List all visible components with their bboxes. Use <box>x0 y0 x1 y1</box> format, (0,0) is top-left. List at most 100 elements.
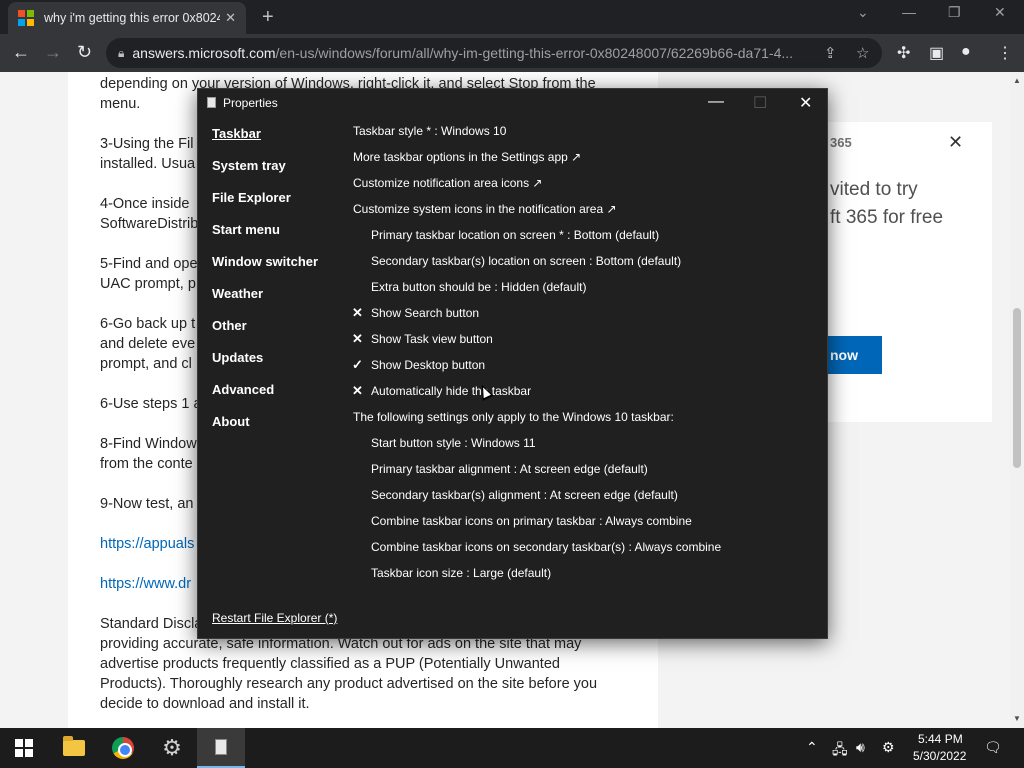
forward-arrow-icon[interactable]: → <box>44 42 62 63</box>
dialog-maximize-button: ☐ <box>753 95 768 112</box>
network-icon[interactable]: 🖧︎ <box>832 739 848 763</box>
nav-other[interactable]: Other <box>212 318 247 333</box>
lock-icon[interactable]: 🔒︎ <box>118 46 124 61</box>
url-domain: answers.microsoft.com <box>132 45 276 61</box>
browser-tab[interactable]: why i'm getting this error 0x8024 ✕ <box>8 2 246 34</box>
taskbar-file-explorer[interactable] <box>50 728 98 768</box>
taskbar-settings[interactable]: ⚙ <box>148 728 196 768</box>
nav-about[interactable]: About <box>212 414 250 429</box>
extensions-icon[interactable]: ✣ <box>897 43 910 63</box>
share-icon[interactable]: ⇪ <box>824 44 837 62</box>
back-arrow-icon[interactable]: ← <box>12 42 30 63</box>
dialog-minimize-button[interactable]: — <box>708 93 724 111</box>
nav-file-explorer[interactable]: File Explorer <box>212 190 291 205</box>
option-extra-button[interactable]: Extra button should be : Hidden (default… <box>371 280 586 294</box>
restart-explorer-link[interactable]: Restart File Explorer (*) <box>212 611 337 625</box>
article-line: prompt, and cl <box>100 356 192 372</box>
url-text: answers.microsoft.com/en-us/windows/foru… <box>132 45 812 61</box>
nav-start-menu[interactable]: Start menu <box>212 222 280 237</box>
gear-icon: ⚙ <box>162 735 182 760</box>
option-system-icons-link[interactable]: Customize system icons in the notificati… <box>353 202 617 216</box>
option-auto-hide[interactable]: Automatically hide the taskbar <box>371 384 531 398</box>
option-settings-app-link[interactable]: More taskbar options in the Settings app… <box>353 150 581 164</box>
unchecked-x-icon[interactable]: ✕ <box>352 331 363 347</box>
microsoft-logo-icon <box>18 10 34 26</box>
folder-icon <box>63 736 85 756</box>
option-combine-primary[interactable]: Combine taskbar icons on primary taskbar… <box>371 514 692 528</box>
nav-updates[interactable]: Updates <box>212 350 263 365</box>
nav-taskbar[interactable]: Taskbar <box>212 126 261 141</box>
option-primary-location[interactable]: Primary taskbar location on screen * : B… <box>371 228 659 242</box>
unchecked-x-icon[interactable]: ✕ <box>352 383 363 399</box>
article-link[interactable]: https://appuals <box>100 536 194 552</box>
scroll-up-icon[interactable]: ▲ <box>1013 76 1021 85</box>
article-line: SoftwareDistrib <box>100 216 199 232</box>
nav-advanced[interactable]: Advanced <box>212 382 274 397</box>
option-show-task-view[interactable]: Show Task view button <box>371 332 493 346</box>
promo-headline: ft 365 for free <box>830 207 944 228</box>
start-button[interactable] <box>0 728 48 768</box>
promo-brand: 365 <box>830 135 852 150</box>
nav-window-switcher[interactable]: Window switcher <box>212 254 318 269</box>
address-bar[interactable]: 🔒︎ answers.microsoft.com/en-us/windows/f… <box>106 38 882 68</box>
taskbar-chrome[interactable] <box>99 728 147 768</box>
new-tab-button[interactable]: + <box>262 6 274 29</box>
profile-icon[interactable]: ● <box>961 43 971 61</box>
page-scrollbar[interactable]: ▲ ▼ <box>1010 72 1024 728</box>
article-line: 4-Once inside <box>100 196 190 212</box>
option-combine-secondary[interactable]: Combine taskbar icons on secondary taskb… <box>371 540 721 554</box>
dialog-close-button[interactable]: ✕ <box>799 93 812 113</box>
option-taskbar-style[interactable]: Taskbar style * : Windows 10 <box>353 124 506 138</box>
disclaimer-line: advertise products frequently classified… <box>100 656 560 672</box>
article-line: menu. <box>100 96 141 112</box>
notification-icon[interactable]: 🗨︎ <box>984 739 1002 756</box>
windows-logo-icon <box>15 739 33 757</box>
menu-kebab-icon[interactable]: ⋮ <box>997 43 1013 63</box>
scroll-down-icon[interactable]: ▼ <box>1013 714 1021 723</box>
tab-search-icon[interactable]: ⌄ <box>857 4 869 21</box>
article-link[interactable]: https://www.dr <box>100 576 191 592</box>
promo-cta-button[interactable]: now <box>820 336 882 374</box>
restore-button[interactable]: ❐ <box>948 4 961 21</box>
reload-icon[interactable]: ↻ <box>77 42 92 63</box>
scroll-thumb[interactable] <box>1013 308 1021 468</box>
checkmark-icon[interactable]: ✓ <box>352 357 363 373</box>
option-icon-size[interactable]: Taskbar icon size : Large (default) <box>371 566 551 580</box>
disclaimer-line: Standard Discla <box>100 616 203 632</box>
option-primary-alignment[interactable]: Primary taskbar alignment : At screen ed… <box>371 462 648 476</box>
option-notification-icons-link[interactable]: Customize notification area icons ↗ <box>353 176 542 190</box>
properties-dialog: Properties — ☐ ✕ Taskbar System tray Fil… <box>197 88 828 639</box>
bookmark-star-icon[interactable]: ☆ <box>856 44 869 62</box>
clock-date[interactable]: 5/30/2022 <box>913 749 966 763</box>
chevron-up-icon[interactable]: ⌃ <box>806 739 818 756</box>
option-secondary-location[interactable]: Secondary taskbar(s) location on screen … <box>371 254 681 268</box>
settings-icon[interactable]: ⚙ <box>882 739 895 756</box>
dialog-titlebar[interactable]: Properties — ☐ ✕ <box>198 89 827 117</box>
promo-close-icon[interactable]: ✕ <box>948 132 963 153</box>
minimize-button[interactable]: — <box>902 4 916 20</box>
nav-system-tray[interactable]: System tray <box>212 158 286 173</box>
option-show-search[interactable]: Show Search button <box>371 306 479 320</box>
close-window-button[interactable]: ✕ <box>994 4 1006 21</box>
chrome-icon <box>112 737 134 759</box>
taskbar-properties[interactable] <box>197 728 245 768</box>
tab-title: why i'm getting this error 0x8024 <box>44 11 220 25</box>
properties-app-icon <box>207 97 216 108</box>
article-line: installed. Usua <box>100 156 196 172</box>
clock-time[interactable]: 5:44 PM <box>918 732 963 746</box>
side-panel-icon[interactable]: ▣ <box>929 43 944 63</box>
tab-close-icon[interactable]: ✕ <box>225 10 236 26</box>
option-start-button-style[interactable]: Start button style : Windows 11 <box>371 436 536 450</box>
disclaimer-line: decide to download and install it. <box>100 696 310 712</box>
browser-tab-strip: why i'm getting this error 0x8024 ✕ + ⌄ … <box>0 0 1024 34</box>
browser-toolbar: ← → ↻ 🔒︎ answers.microsoft.com/en-us/win… <box>0 34 1024 72</box>
option-secondary-alignment[interactable]: Secondary taskbar(s) alignment : At scre… <box>371 488 678 502</box>
article-line: 6-Use steps 1 a <box>100 396 202 412</box>
option-show-desktop[interactable]: Show Desktop button <box>371 358 485 372</box>
disclaimer-line: Products). Thoroughly research any produ… <box>100 676 598 692</box>
unchecked-x-icon[interactable]: ✕ <box>352 305 363 321</box>
article-line: from the conte <box>100 456 193 472</box>
nav-weather[interactable]: Weather <box>212 286 263 301</box>
article-line: 8-Find Window <box>100 436 197 452</box>
volume-icon[interactable]: 🔊︎ <box>856 739 865 756</box>
